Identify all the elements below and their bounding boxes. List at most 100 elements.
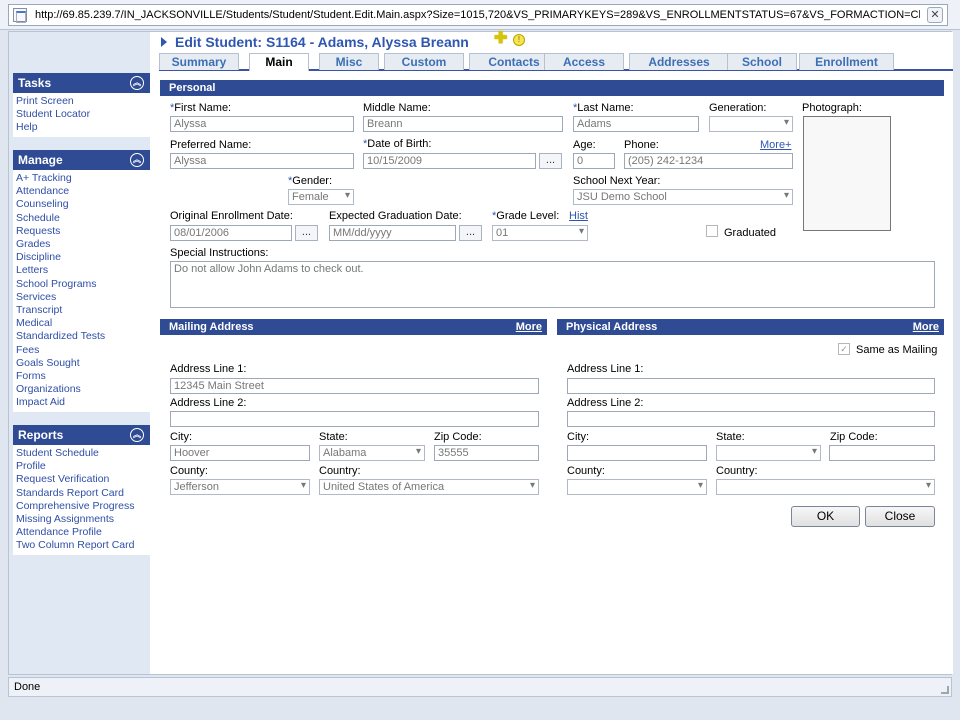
- mailing-county-select[interactable]: Jefferson: [170, 479, 310, 495]
- physical-addr1-field[interactable]: [567, 378, 935, 394]
- physical-city-field[interactable]: [567, 445, 707, 461]
- gender-select[interactable]: Female: [288, 189, 354, 205]
- url-field[interactable]: http://69.85.239.7/IN_JACKSONVILLE/Stude…: [8, 4, 948, 26]
- orig-enroll-field[interactable]: 08/01/2006: [170, 225, 292, 241]
- collapse-icon[interactable]: ︽: [130, 428, 144, 442]
- mailing-city-field[interactable]: Hoover: [170, 445, 310, 461]
- url-text[interactable]: http://69.85.239.7/IN_JACKSONVILLE/Stude…: [35, 9, 920, 21]
- mailing-addr1-label: Address Line 1:: [170, 363, 247, 375]
- sidebar-item[interactable]: Two Column Report Card: [16, 539, 150, 552]
- gender-label-text: Gender:: [292, 175, 333, 187]
- last-name-field[interactable]: Adams: [573, 116, 699, 132]
- generation-select[interactable]: [709, 116, 793, 132]
- collapse-icon[interactable]: ︽: [130, 153, 144, 167]
- exp-grad-field[interactable]: MM/dd/yyyy: [329, 225, 456, 241]
- phone-more-link[interactable]: More+: [760, 139, 792, 151]
- tab-addresses[interactable]: Addresses: [629, 53, 729, 70]
- phone-field[interactable]: (205) 242-1234: [624, 153, 793, 169]
- dob-field[interactable]: 10/15/2009: [363, 153, 536, 169]
- physical-state-select[interactable]: [716, 445, 821, 461]
- sidebar-item[interactable]: Organizations: [16, 383, 150, 396]
- sidebar-item[interactable]: A+ Tracking: [16, 172, 150, 185]
- sidebar-item[interactable]: Standards Report Card: [16, 487, 150, 500]
- ok-button[interactable]: OK: [791, 506, 860, 527]
- physical-more-link[interactable]: More: [913, 321, 939, 333]
- tab-misc[interactable]: Misc: [319, 53, 379, 70]
- mailing-more-link[interactable]: More: [516, 321, 542, 333]
- orig-enroll-picker-button[interactable]: ...: [295, 225, 318, 241]
- same-as-mailing-checkbox[interactable]: ✓: [838, 343, 850, 355]
- tab-school[interactable]: School: [727, 53, 797, 70]
- graduated-label: Graduated: [724, 227, 776, 239]
- graduated-checkbox[interactable]: [706, 225, 718, 237]
- sidebar-item[interactable]: Requests: [16, 225, 150, 238]
- sidebar-item[interactable]: Profile: [16, 460, 150, 473]
- grade-level-label: *Grade Level:: [492, 210, 559, 222]
- sidebar-item[interactable]: Attendance: [16, 185, 150, 198]
- mailing-country-label: Country:: [319, 465, 361, 477]
- sidebar-item[interactable]: Standardized Tests: [16, 330, 150, 343]
- sidebar-item[interactable]: Forms: [16, 370, 150, 383]
- collapse-icon[interactable]: ︽: [130, 76, 144, 90]
- last-name-label-text: Last Name:: [577, 102, 634, 114]
- first-name-field[interactable]: Alyssa: [170, 116, 354, 132]
- preferred-name-field[interactable]: Alyssa: [170, 153, 354, 169]
- physical-zip-field[interactable]: [829, 445, 935, 461]
- sidebar-item[interactable]: Schedule: [16, 212, 150, 225]
- sidebar-item[interactable]: Discipline: [16, 251, 150, 264]
- mailing-addr2-field[interactable]: [170, 411, 539, 427]
- physical-county-select[interactable]: [567, 479, 707, 495]
- tab-main[interactable]: Main: [249, 53, 309, 71]
- mailing-country-select[interactable]: United States of America: [319, 479, 539, 495]
- reports-header: Reports ︽: [13, 425, 150, 445]
- exp-grad-picker-button[interactable]: ...: [459, 225, 482, 241]
- reports-list: Student Schedule Profile Request Verificat…: [13, 445, 150, 555]
- mailing-zip-field[interactable]: 35555: [434, 445, 539, 461]
- tasks-panel: Tasks ︽ Print Screen Student Locator Help: [13, 73, 150, 137]
- school-next-year-select[interactable]: JSU Demo School: [573, 189, 793, 205]
- sidebar-item[interactable]: Grades: [16, 238, 150, 251]
- age-field[interactable]: 0: [573, 153, 615, 169]
- mailing-state-select[interactable]: Alabama: [319, 445, 425, 461]
- sidebar-item[interactable]: Fees: [16, 344, 150, 357]
- add-icon[interactable]: ✚: [494, 31, 507, 47]
- sidebar-item[interactable]: Attendance Profile: [16, 526, 150, 539]
- sidebar-item[interactable]: Goals Sought: [16, 357, 150, 370]
- physical-state-label: State:: [716, 431, 745, 443]
- mailing-addr1-field[interactable]: 12345 Main Street: [170, 378, 539, 394]
- sidebar-item[interactable]: Missing Assignments: [16, 513, 150, 526]
- close-icon[interactable]: ✕: [927, 7, 943, 23]
- sidebar-item[interactable]: Help: [16, 121, 150, 134]
- sidebar-item[interactable]: Letters: [16, 264, 150, 277]
- personal-section-header: Personal: [160, 80, 944, 96]
- close-button[interactable]: Close: [865, 506, 935, 527]
- photograph-box[interactable]: [803, 116, 891, 231]
- tab-bar: Summary Main Misc Custom Contacts Access Addre…: [159, 53, 953, 71]
- physical-addr2-field[interactable]: [567, 411, 935, 427]
- sidebar-item[interactable]: Student Locator: [16, 108, 150, 121]
- sidebar-item[interactable]: Impact Aid: [16, 396, 150, 409]
- dob-picker-button[interactable]: ...: [539, 153, 562, 169]
- tab-custom[interactable]: Custom: [384, 53, 464, 70]
- tab-summary[interactable]: Summary: [159, 53, 239, 70]
- special-instructions-field[interactable]: Do not allow John Adams to check out.: [170, 261, 935, 308]
- sidebar-item[interactable]: Services: [16, 291, 150, 304]
- tab-access[interactable]: Access: [544, 53, 624, 70]
- photograph-label: Photograph:: [802, 102, 862, 114]
- sidebar-item[interactable]: Student Schedule: [16, 447, 150, 460]
- tab-enrollment[interactable]: Enrollment: [799, 53, 894, 70]
- grade-level-hist-link[interactable]: Hist: [569, 210, 588, 222]
- sidebar-item[interactable]: Counseling: [16, 198, 150, 211]
- sidebar-item[interactable]: Print Screen: [16, 95, 150, 108]
- sidebar-item[interactable]: Transcript: [16, 304, 150, 317]
- middle-name-field[interactable]: Breann: [363, 116, 563, 132]
- sidebar-item[interactable]: Medical: [16, 317, 150, 330]
- sidebar-item[interactable]: School Programs: [16, 278, 150, 291]
- resize-grip-icon[interactable]: [941, 686, 949, 694]
- physical-country-select[interactable]: [716, 479, 935, 495]
- grade-level-select[interactable]: 01: [492, 225, 588, 241]
- sidebar-item[interactable]: Request Verification: [16, 473, 150, 486]
- sidebar-item[interactable]: Comprehensive Progress: [16, 500, 150, 513]
- reports-title: Reports: [18, 428, 64, 442]
- hint-icon[interactable]: !: [513, 34, 525, 46]
